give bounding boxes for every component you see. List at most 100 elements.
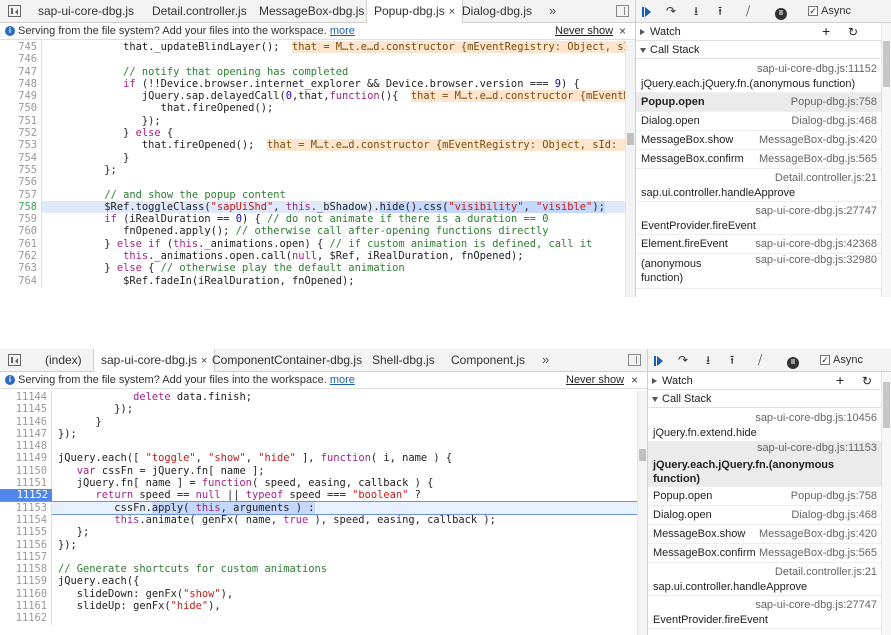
callstack-section-header[interactable]: Call Stack bbox=[636, 41, 891, 59]
tab-sap-ui-core-dbg[interactable]: sap-ui-core-dbg.js bbox=[38, 0, 134, 23]
code-line-current[interactable]: 11153 cssFn.apply( this, arguments ) : bbox=[0, 500, 647, 515]
sidebar-scrollbar[interactable] bbox=[881, 372, 891, 635]
infobar-close-icon[interactable]: × bbox=[619, 23, 626, 40]
async-checkbox[interactable]: ✓ bbox=[820, 355, 830, 366]
line-number[interactable]: 11159 bbox=[0, 575, 52, 588]
frame-location-link[interactable]: sap-ui-core-dbg.js:11153 bbox=[757, 442, 877, 454]
code-line[interactable]: 11144 delete data.finish; bbox=[0, 391, 647, 404]
code-line[interactable]: 748 if (!!Device.browser.internet_explor… bbox=[0, 77, 635, 91]
refresh-watch-icon[interactable]: ↻ bbox=[862, 372, 872, 390]
code-editor[interactable]: 11144 delete data.finish; 11145 }); 11146 … bbox=[0, 391, 647, 635]
line-number[interactable]: 11153 bbox=[0, 501, 52, 514]
line-number[interactable]: 11156 bbox=[0, 538, 52, 551]
callstack-frame[interactable]: jQuery.each.jQuery.fn.(anonymous functio… bbox=[636, 60, 881, 93]
code-line[interactable]: 11158 // Generate shortcuts for custom an… bbox=[0, 563, 647, 576]
callstack-frame[interactable]: MessageBox.show MessageBox-dbg.js:420 bbox=[648, 525, 881, 544]
line-number[interactable]: 11152 bbox=[0, 489, 52, 502]
async-toggle[interactable]: ✓ Async bbox=[808, 3, 851, 19]
resume-icon[interactable] bbox=[642, 3, 651, 19]
code-line[interactable]: 757 // and show the popup content bbox=[0, 188, 635, 201]
frame-location-link[interactable]: MessageBox-dbg.js:565 bbox=[759, 547, 877, 559]
frame-location-link[interactable]: Popup-dbg.js:758 bbox=[791, 490, 877, 502]
step-into-icon[interactable]: ⭳ bbox=[694, 3, 698, 19]
infobar-more-link[interactable]: more bbox=[330, 25, 355, 37]
line-number[interactable]: 761 bbox=[0, 237, 42, 251]
tab-messagebox-dbg[interactable]: MessageBox-dbg.js bbox=[259, 0, 364, 23]
line-number[interactable]: 746 bbox=[0, 53, 42, 66]
line-number[interactable]: 11151 bbox=[0, 477, 52, 490]
scrollbar-thumb[interactable] bbox=[627, 133, 634, 145]
callstack-frame[interactable]: jQuery.fn.extend.hide sap-ui-core-dbg.js:… bbox=[648, 409, 881, 442]
line-number[interactable]: 753 bbox=[0, 139, 42, 152]
line-number[interactable]: 11158 bbox=[0, 563, 52, 576]
code-line[interactable]: 749 jQuery.sap.delayedCall(0,that,functi… bbox=[0, 90, 635, 103]
refresh-watch-icon[interactable]: ↻ bbox=[848, 23, 858, 41]
line-number[interactable]: 11155 bbox=[0, 526, 52, 539]
callstack-frame[interactable]: MessageBox.confirm MessageBox-dbg.js:565 bbox=[636, 150, 881, 169]
line-number[interactable]: 749 bbox=[0, 90, 42, 103]
code-line[interactable]: 752 } else { bbox=[0, 127, 635, 140]
line-number[interactable]: 748 bbox=[0, 77, 42, 91]
watch-section-header[interactable]: Watch + ↻ bbox=[636, 23, 891, 41]
line-number[interactable]: 11144 bbox=[0, 391, 52, 404]
callstack-frame[interactable]: sap.ui.controller.handleApprove Detail.co… bbox=[636, 169, 881, 202]
line-number[interactable]: 747 bbox=[0, 65, 42, 78]
debugger-sidebar-toggle-icon[interactable] bbox=[616, 5, 629, 17]
code-line[interactable]: 11149 jQuery.each([ "toggle", "show", "hi… bbox=[0, 452, 647, 465]
code-editor[interactable]: 745 that._updateBlindLayer(); that = M…t… bbox=[0, 41, 635, 297]
line-number[interactable]: 11147 bbox=[0, 427, 52, 441]
frame-location-link[interactable]: MessageBox-dbg.js:420 bbox=[759, 528, 877, 540]
line-number[interactable]: 751 bbox=[0, 114, 42, 128]
code-line[interactable]: 11162 bbox=[0, 612, 647, 625]
code-line[interactable]: 754 } bbox=[0, 151, 635, 164]
navigator-toggle-icon[interactable] bbox=[8, 5, 21, 17]
code-line[interactable]: 755 }; bbox=[0, 163, 635, 177]
step-out-icon[interactable]: ⭱ bbox=[718, 3, 722, 19]
frame-location-link[interactable]: Popup-dbg.js:758 bbox=[791, 96, 877, 108]
code-line[interactable]: 11146 } bbox=[0, 415, 647, 428]
tab-close-icon[interactable]: × bbox=[449, 6, 455, 18]
infobar-more-link[interactable]: more bbox=[330, 374, 355, 386]
line-number[interactable]: 11150 bbox=[0, 464, 52, 478]
code-line[interactable]: 763 } else { // otherwise play the defau… bbox=[0, 262, 635, 275]
frame-location-link[interactable]: sap-ui-core-dbg.js:11152 bbox=[757, 63, 877, 75]
line-number[interactable]: 756 bbox=[0, 176, 42, 189]
resume-icon[interactable] bbox=[654, 352, 663, 368]
step-out-icon[interactable]: ⭱ bbox=[730, 352, 734, 368]
code-line[interactable]: 764 $Ref.fadeIn(iRealDuration, fnOpened)… bbox=[0, 274, 635, 287]
tab-dialog-dbg[interactable]: Dialog-dbg.js bbox=[462, 0, 532, 23]
callstack-frame[interactable]: (anonymous function) sap-ui-core-dbg.js:3… bbox=[636, 254, 881, 289]
tab-close-icon[interactable]: × bbox=[201, 355, 207, 367]
watch-section-header[interactable]: Watch + ↻ bbox=[648, 372, 891, 390]
deactivate-breakpoints-icon[interactable]: ⧸ bbox=[746, 3, 750, 19]
code-line[interactable]: 745 that._updateBlindLayer(); that = M…t… bbox=[0, 41, 635, 54]
tabs-overflow-icon[interactable]: » bbox=[542, 349, 549, 372]
pause-on-exceptions-icon[interactable]: II bbox=[787, 352, 799, 369]
line-number[interactable]: 757 bbox=[0, 188, 42, 201]
callstack-frame[interactable]: Dialog.open Dialog-dbg.js:468 bbox=[648, 506, 881, 525]
frame-location-link[interactable]: sap-ui-core-dbg.js:27747 bbox=[755, 205, 877, 217]
line-number[interactable]: 760 bbox=[0, 225, 42, 238]
tab-component[interactable]: Component.js bbox=[451, 349, 525, 372]
async-checkbox[interactable]: ✓ bbox=[808, 6, 818, 17]
code-line[interactable]: 751 }); bbox=[0, 114, 635, 128]
callstack-frame[interactable]: jQuery.each.jQuery.fn.(anonymous functio… bbox=[648, 442, 881, 487]
step-into-icon[interactable]: ⭳ bbox=[706, 352, 710, 368]
code-line[interactable]: 11145 }); bbox=[0, 403, 647, 416]
frame-location-link[interactable]: Dialog-dbg.js:468 bbox=[791, 115, 877, 127]
scrollbar-thumb[interactable] bbox=[883, 41, 890, 87]
code-line[interactable]: 11150 var cssFn = jQuery.fn[ name ]; bbox=[0, 464, 647, 478]
frame-location-link[interactable]: MessageBox-dbg.js:420 bbox=[759, 134, 877, 146]
code-line-current[interactable]: 758 $Ref.toggleClass("sapUiShd", this._b… bbox=[0, 200, 635, 214]
line-number[interactable]: 755 bbox=[0, 163, 42, 177]
line-number[interactable]: 11162 bbox=[0, 612, 52, 625]
frame-location-link[interactable]: sap-ui-core-dbg.js:42368 bbox=[755, 238, 877, 250]
line-number[interactable]: 754 bbox=[0, 151, 42, 164]
frame-location-link[interactable]: Dialog-dbg.js:468 bbox=[791, 509, 877, 521]
code-line[interactable]: 761 } else if (this._animations.open) { … bbox=[0, 237, 635, 251]
tabs-overflow-icon[interactable]: » bbox=[549, 0, 556, 23]
code-line[interactable]: 11160 slideDown: genFx("show"), bbox=[0, 587, 647, 601]
callstack-section-header[interactable]: Call Stack bbox=[648, 390, 891, 408]
add-watch-icon[interactable]: + bbox=[822, 22, 830, 40]
callstack-frame[interactable]: sap.ui.controller.handleApprove Detail.co… bbox=[648, 563, 881, 596]
